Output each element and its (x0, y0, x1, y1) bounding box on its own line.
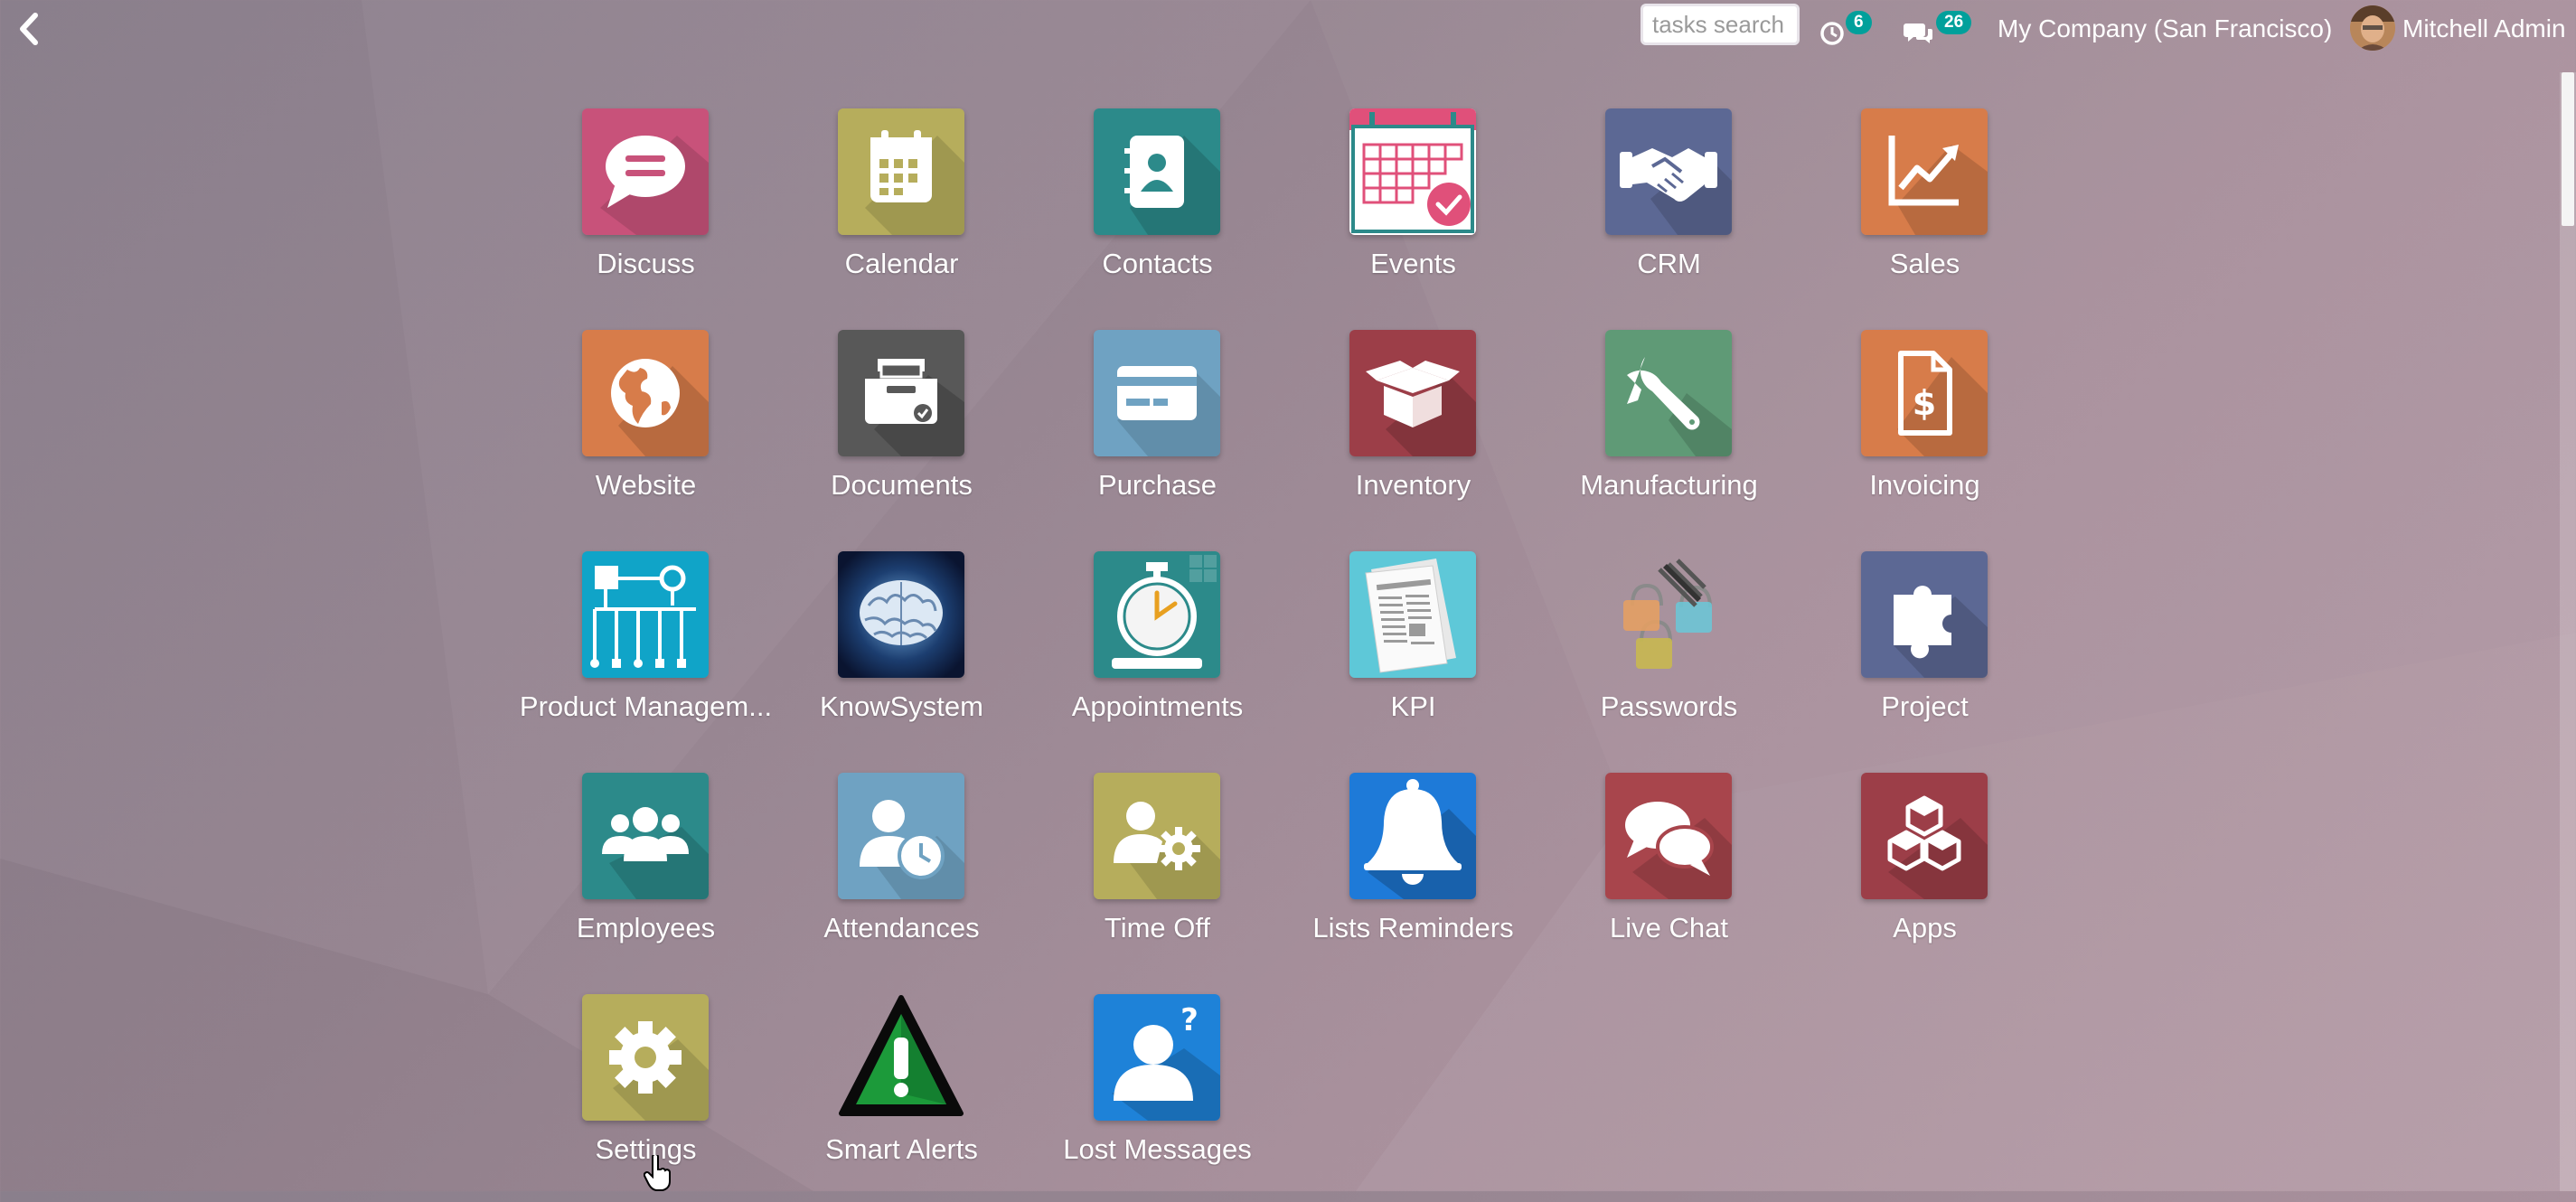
newspaper-icon (1349, 551, 1476, 678)
activity-count-badge: 6 (1846, 11, 1872, 34)
wrench-icon (1605, 330, 1732, 456)
app-label: Calendar (844, 248, 959, 279)
back-button[interactable] (9, 7, 49, 51)
app-label: Sales (1889, 248, 1960, 279)
app-crm[interactable]: CRM (1541, 108, 1797, 316)
user-avatar-icon (2350, 5, 2395, 51)
app-purchase[interactable]: Purchase (1029, 330, 1285, 538)
app-label: Attendances (823, 912, 980, 944)
scrollbar-thumb[interactable] (2562, 72, 2574, 226)
address-book-icon (1094, 108, 1220, 235)
stopwatch-icon (1094, 551, 1220, 678)
app-label: Lost Messages (1063, 1133, 1252, 1165)
chat-bubbles-icon (1605, 773, 1732, 899)
credit-card-icon (1094, 330, 1220, 456)
app-apps[interactable]: Apps (1797, 773, 2053, 981)
chevron-left-icon (20, 13, 38, 45)
svg-text:$: $ (1913, 383, 1936, 423)
app-website[interactable]: Website (518, 330, 774, 538)
company-switcher[interactable]: My Company (San Francisco) (1998, 14, 2332, 43)
avatar[interactable] (2350, 5, 2395, 51)
app-label: Passwords (1600, 690, 1738, 722)
tasks-search-input[interactable] (1641, 4, 1800, 45)
warning-triangle-icon (839, 995, 964, 1116)
app-passwords[interactable]: Passwords (1541, 551, 1797, 759)
app-label: CRM (1637, 248, 1701, 279)
user-menu[interactable]: Mitchell Admin (2402, 14, 2566, 43)
app-events[interactable]: Events (1285, 108, 1541, 316)
box-icon (1349, 330, 1476, 456)
bell-icon (1349, 773, 1476, 899)
app-label: KnowSystem (820, 690, 983, 722)
app-label: Apps (1893, 912, 1957, 944)
app-label: Discuss (597, 248, 695, 279)
chat-bubbles-icon (1904, 23, 1932, 43)
app-label: Manufacturing (1580, 469, 1758, 501)
app-label: Events (1370, 248, 1456, 279)
app-label: Lists Reminders (1312, 912, 1514, 944)
svg-text:?: ? (1180, 1002, 1199, 1038)
invoice-dollar-icon: $ (1861, 330, 1988, 456)
users-icon (582, 773, 709, 899)
app-label: Documents (831, 469, 973, 501)
app-label: Smart Alerts (825, 1133, 978, 1165)
brain-icon (838, 551, 964, 678)
app-manufacturing[interactable]: Manufacturing (1541, 330, 1797, 538)
app-label: Live Chat (1610, 912, 1728, 944)
event-calendar-icon (1349, 108, 1476, 235)
app-label: Appointments (1071, 690, 1244, 722)
org-chart-icon (582, 551, 709, 678)
scrollbar-track[interactable] (2560, 72, 2576, 1191)
messages-count-badge: 26 (1936, 11, 1972, 34)
chat-bubble-icon (582, 108, 709, 235)
app-label: Invoicing (1869, 469, 1980, 501)
app-documents[interactable]: Documents (774, 330, 1029, 538)
app-calendar[interactable]: Calendar (774, 108, 1029, 316)
activity-menu[interactable]: 6 (1819, 5, 1873, 51)
app-appointments[interactable]: Appointments (1029, 551, 1285, 759)
app-label: Website (595, 469, 697, 501)
app-project[interactable]: Project (1797, 551, 2053, 759)
hand-cursor-icon (644, 1155, 671, 1191)
app-kpi[interactable]: KPI (1285, 551, 1541, 759)
app-label: Time Off (1104, 912, 1211, 944)
app-sales[interactable]: Sales (1797, 108, 2053, 316)
app-inventory[interactable]: Inventory (1285, 330, 1541, 538)
app-knowsystem[interactable]: KnowSystem (774, 551, 1029, 759)
trend-chart-icon (1861, 108, 1988, 235)
app-employees[interactable]: Employees (518, 773, 774, 981)
app-label: Employees (576, 912, 716, 944)
app-time-off[interactable]: Time Off (1029, 773, 1285, 981)
app-label: Inventory (1355, 469, 1471, 501)
app-label: Product Managem... (519, 690, 773, 722)
user-question-icon: ? (1094, 994, 1220, 1121)
app-label: KPI (1390, 690, 1436, 722)
app-discuss[interactable]: Discuss (518, 108, 774, 316)
app-smart-alerts[interactable]: Smart Alerts (774, 994, 1029, 1202)
app-invoicing[interactable]: $ Invoicing (1797, 330, 2053, 538)
app-live-chat[interactable]: Live Chat (1541, 773, 1797, 981)
app-contacts[interactable]: Contacts (1029, 108, 1285, 316)
messages-menu[interactable]: 26 (1904, 5, 1976, 51)
inbox-tray-icon (838, 330, 964, 456)
app-label: Purchase (1098, 469, 1217, 501)
app-product-management[interactable]: Product Managem... (518, 551, 774, 759)
clock-icon (1820, 22, 1844, 45)
app-lost-messages[interactable]: ? Lost Messages (1029, 994, 1285, 1202)
app-lists-reminders[interactable]: Lists Reminders (1285, 773, 1541, 981)
globe-icon (582, 330, 709, 456)
padlocks-icon (1623, 559, 1712, 669)
user-clock-icon (838, 773, 964, 899)
user-gear-icon (1094, 773, 1220, 899)
calendar-icon (838, 108, 964, 235)
app-label: Contacts (1102, 248, 1213, 279)
gear-icon (582, 994, 709, 1121)
cubes-icon (1861, 773, 1988, 899)
app-label: Project (1881, 690, 1969, 722)
top-navbar: 6 26 My Company (San Francisco) Mitchell… (0, 0, 2576, 58)
puzzle-icon (1861, 551, 1988, 678)
app-attendances[interactable]: Attendances (774, 773, 1029, 981)
handshake-icon (1605, 108, 1732, 235)
